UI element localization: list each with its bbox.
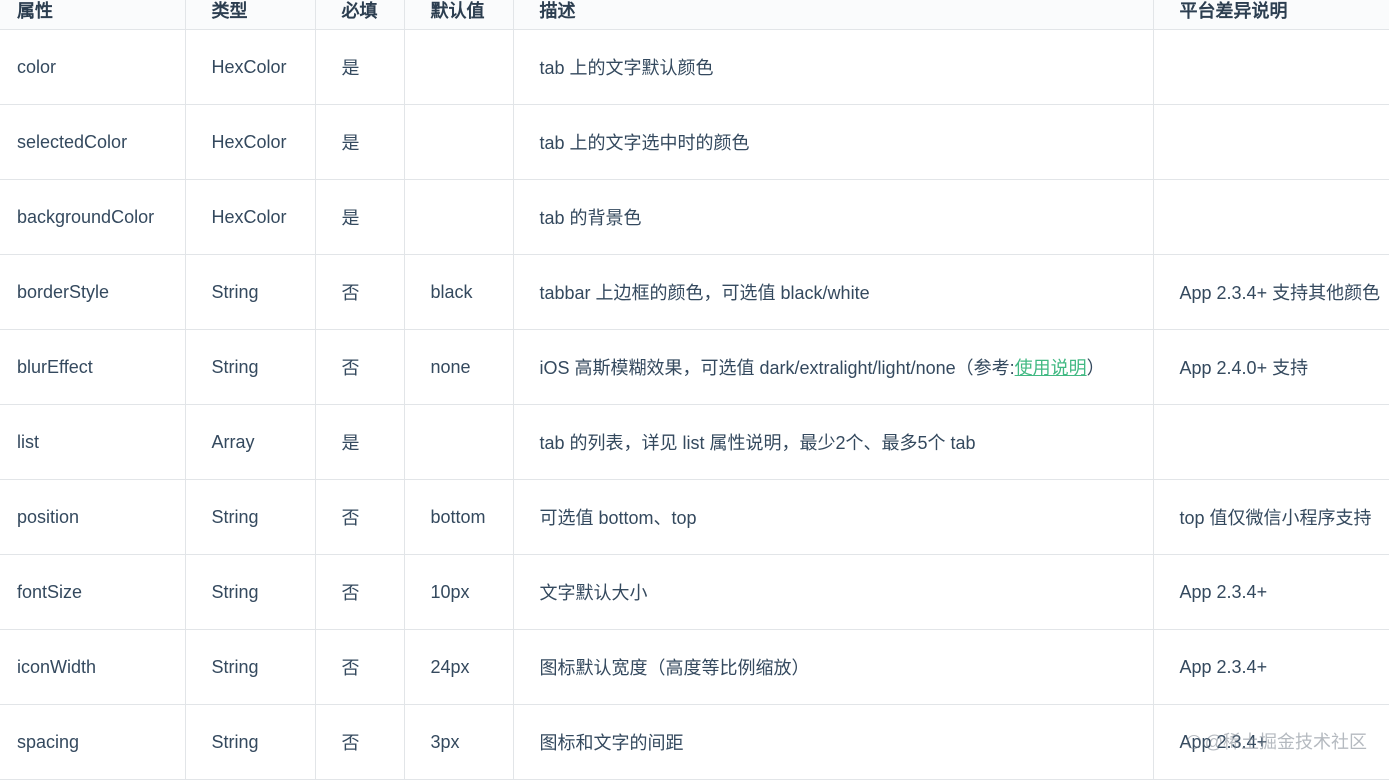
- cell-required: 是: [315, 404, 405, 480]
- cell-type: String: [185, 479, 316, 555]
- cell-default: [404, 104, 514, 180]
- cell-default: 24px: [404, 629, 514, 705]
- table-row: selectedColor HexColor 是 tab 上的文字选中时的颜色: [0, 104, 1389, 180]
- cell-description: 可选值 bottom、top: [513, 479, 1154, 555]
- table-row: blurEffect String 否 none iOS 高斯模糊效果，可选值 dark…: [0, 329, 1389, 405]
- table-row: borderStyle String 否 black tabbar 上边框的颜色，可选值…: [0, 254, 1389, 330]
- description-text: 可选值 bottom、top: [539, 508, 697, 528]
- watermark: @稀土掘金技术社区: [1186, 728, 1367, 754]
- cell-property: backgroundColor: [0, 179, 186, 255]
- cell-default: [404, 404, 514, 480]
- cell-required: 否: [315, 629, 405, 705]
- cell-description: 图标默认宽度（高度等比例缩放）: [513, 629, 1154, 705]
- cell-required: 是: [315, 29, 405, 105]
- cell-description: 文字默认大小: [513, 554, 1154, 630]
- cell-required: 否: [315, 479, 405, 555]
- cell-type: HexColor: [185, 104, 316, 180]
- cell-description: tab 的列表，详见 list 属性说明，最少2个、最多5个 tab: [513, 404, 1154, 480]
- description-text: 图标默认宽度（高度等比例缩放）: [539, 658, 810, 678]
- table-row: iconWidth String 否 24px 图标默认宽度（高度等比例缩放） App 2…: [0, 629, 1389, 705]
- cell-required: 是: [315, 104, 405, 180]
- description-text: tabbar 上边框的颜色，可选值 black/white: [539, 283, 870, 303]
- description-text: 图标和文字的间距: [539, 733, 684, 753]
- header-platform: 平台差异说明: [1153, 0, 1389, 30]
- cell-property: position: [0, 479, 186, 555]
- cell-default: [404, 179, 514, 255]
- cell-type: Array: [185, 404, 316, 480]
- cell-type: String: [185, 629, 316, 705]
- description-text: 文字默认大小: [539, 583, 648, 603]
- table-row: backgroundColor HexColor 是 tab 的背景色: [0, 179, 1389, 255]
- cell-required: 否: [315, 704, 405, 780]
- header-description: 描述: [513, 0, 1154, 30]
- table-row: position String 否 bottom 可选值 bottom、top top 值…: [0, 479, 1389, 555]
- cell-default: 3px: [404, 704, 514, 780]
- cell-type: String: [185, 254, 316, 330]
- properties-table: 属性 类型 必填 默认值 描述 平台差异说明 color HexColor 是 tab…: [0, 0, 1389, 780]
- cell-required: 否: [315, 254, 405, 330]
- table-header-row: 属性 类型 必填 默认值 描述 平台差异说明: [0, 0, 1389, 30]
- cell-default: black: [404, 254, 514, 330]
- cell-property: iconWidth: [0, 629, 186, 705]
- description-text: iOS 高斯模糊效果，可选值 dark/extralight/light/non…: [539, 358, 1015, 378]
- cell-platform: [1153, 29, 1389, 105]
- description-text: tab 的背景色: [539, 208, 642, 228]
- cell-default: bottom: [404, 479, 514, 555]
- description-text: tab 上的文字选中时的颜色: [539, 133, 750, 153]
- cell-type: String: [185, 704, 316, 780]
- cell-type: String: [185, 329, 316, 405]
- cell-property: blurEffect: [0, 329, 186, 405]
- table-row: color HexColor 是 tab 上的文字默认颜色: [0, 29, 1389, 105]
- description-text: tab 上的文字默认颜色: [539, 58, 714, 78]
- table-row: fontSize String 否 10px 文字默认大小 App 2.3.4+: [0, 554, 1389, 630]
- cell-platform: App 2.3.4+ 支持其他颜色: [1153, 254, 1389, 330]
- cell-property: fontSize: [0, 554, 186, 630]
- cell-required: 否: [315, 329, 405, 405]
- cell-type: String: [185, 554, 316, 630]
- table-row: list Array 是 tab 的列表，详见 list 属性说明，最少2个、最多5个…: [0, 404, 1389, 480]
- cell-property: list: [0, 404, 186, 480]
- cell-required: 否: [315, 554, 405, 630]
- cell-type: HexColor: [185, 179, 316, 255]
- cell-required: 是: [315, 179, 405, 255]
- cell-property: selectedColor: [0, 104, 186, 180]
- cell-property: spacing: [0, 704, 186, 780]
- cell-property: color: [0, 29, 186, 105]
- header-required: 必填: [315, 0, 405, 30]
- cell-description: tabbar 上边框的颜色，可选值 black/white: [513, 254, 1154, 330]
- cell-description: tab 上的文字默认颜色: [513, 29, 1154, 105]
- cell-description: tab 的背景色: [513, 179, 1154, 255]
- cell-description: iOS 高斯模糊效果，可选值 dark/extralight/light/non…: [513, 329, 1154, 405]
- cell-platform: [1153, 104, 1389, 180]
- cell-default: [404, 29, 514, 105]
- cell-default: none: [404, 329, 514, 405]
- header-type: 类型: [185, 0, 316, 30]
- cell-property: borderStyle: [0, 254, 186, 330]
- cell-description: 图标和文字的间距: [513, 704, 1154, 780]
- watermark-text: @稀土掘金技术社区: [1204, 732, 1367, 752]
- cell-platform: App 2.3.4+: [1153, 629, 1389, 705]
- description-suffix: ）: [1086, 358, 1105, 378]
- description-text: tab 的列表，详见 list 属性说明，最少2个、最多5个 tab: [539, 433, 976, 453]
- table-row: spacing String 否 3px 图标和文字的间距 App 2.3.4+: [0, 704, 1389, 780]
- cell-type: HexColor: [185, 29, 316, 105]
- cell-platform: App 2.4.0+ 支持: [1153, 329, 1389, 405]
- cell-description: tab 上的文字选中时的颜色: [513, 104, 1154, 180]
- cell-platform: [1153, 404, 1389, 480]
- cell-platform: App 2.3.4+: [1153, 554, 1389, 630]
- usage-doc-link[interactable]: 使用说明: [1015, 358, 1087, 378]
- cell-platform: top 值仅微信小程序支持: [1153, 479, 1389, 555]
- cell-default: 10px: [404, 554, 514, 630]
- cell-platform: [1153, 179, 1389, 255]
- header-property: 属性: [0, 0, 186, 30]
- watermark-icon: [1186, 735, 1201, 749]
- header-default: 默认值: [404, 0, 514, 30]
